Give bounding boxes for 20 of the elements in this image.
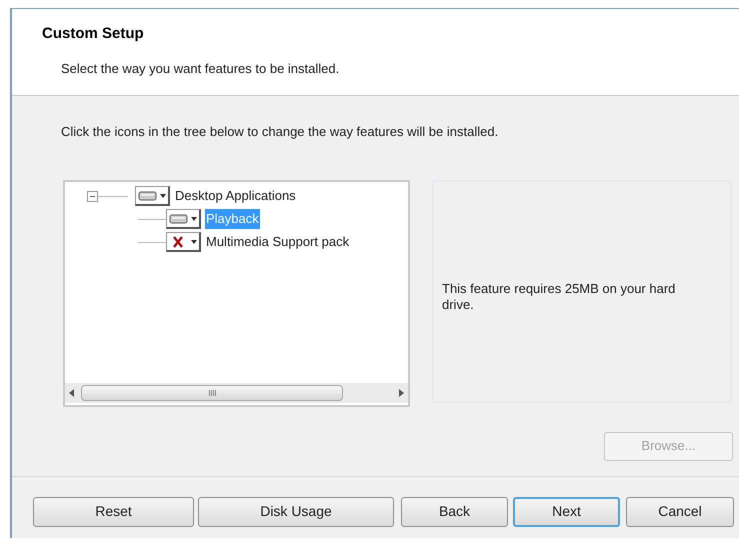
collapse-icon[interactable] — [87, 190, 98, 202]
scrollbar-thumb[interactable] — [81, 384, 343, 400]
dialog-button[interactable]: Next — [513, 496, 620, 526]
x-icon[interactable] — [166, 232, 201, 252]
scroll-left-icon[interactable] — [69, 388, 75, 396]
instruction-text: Click the icons in the tree below to change the way features will be installed. — [61, 123, 500, 141]
tree-item-label[interactable]: Desktop Applications — [174, 186, 297, 206]
drive-icon[interactable] — [166, 209, 201, 229]
dialog-button[interactable]: Reset — [33, 496, 194, 526]
horizontal-scrollbar[interactable] — [65, 382, 408, 402]
dialog-button[interactable]: Disk Usage — [198, 496, 394, 526]
dialog-button[interactable]: Cancel — [626, 496, 734, 526]
drive-icon[interactable] — [135, 186, 170, 206]
scroll-right-icon[interactable] — [398, 388, 404, 396]
grip-icon — [208, 390, 216, 396]
page-subtitle: Select the way you want features to be installed. — [61, 60, 340, 78]
page-title: Custom Setup — [42, 24, 145, 44]
dialog-button[interactable]: Back — [401, 496, 508, 526]
feature-description: This feature requires 25MB on your hard drive. — [442, 281, 676, 313]
tree-item-label[interactable]: Multimedia Support pack — [205, 232, 350, 252]
